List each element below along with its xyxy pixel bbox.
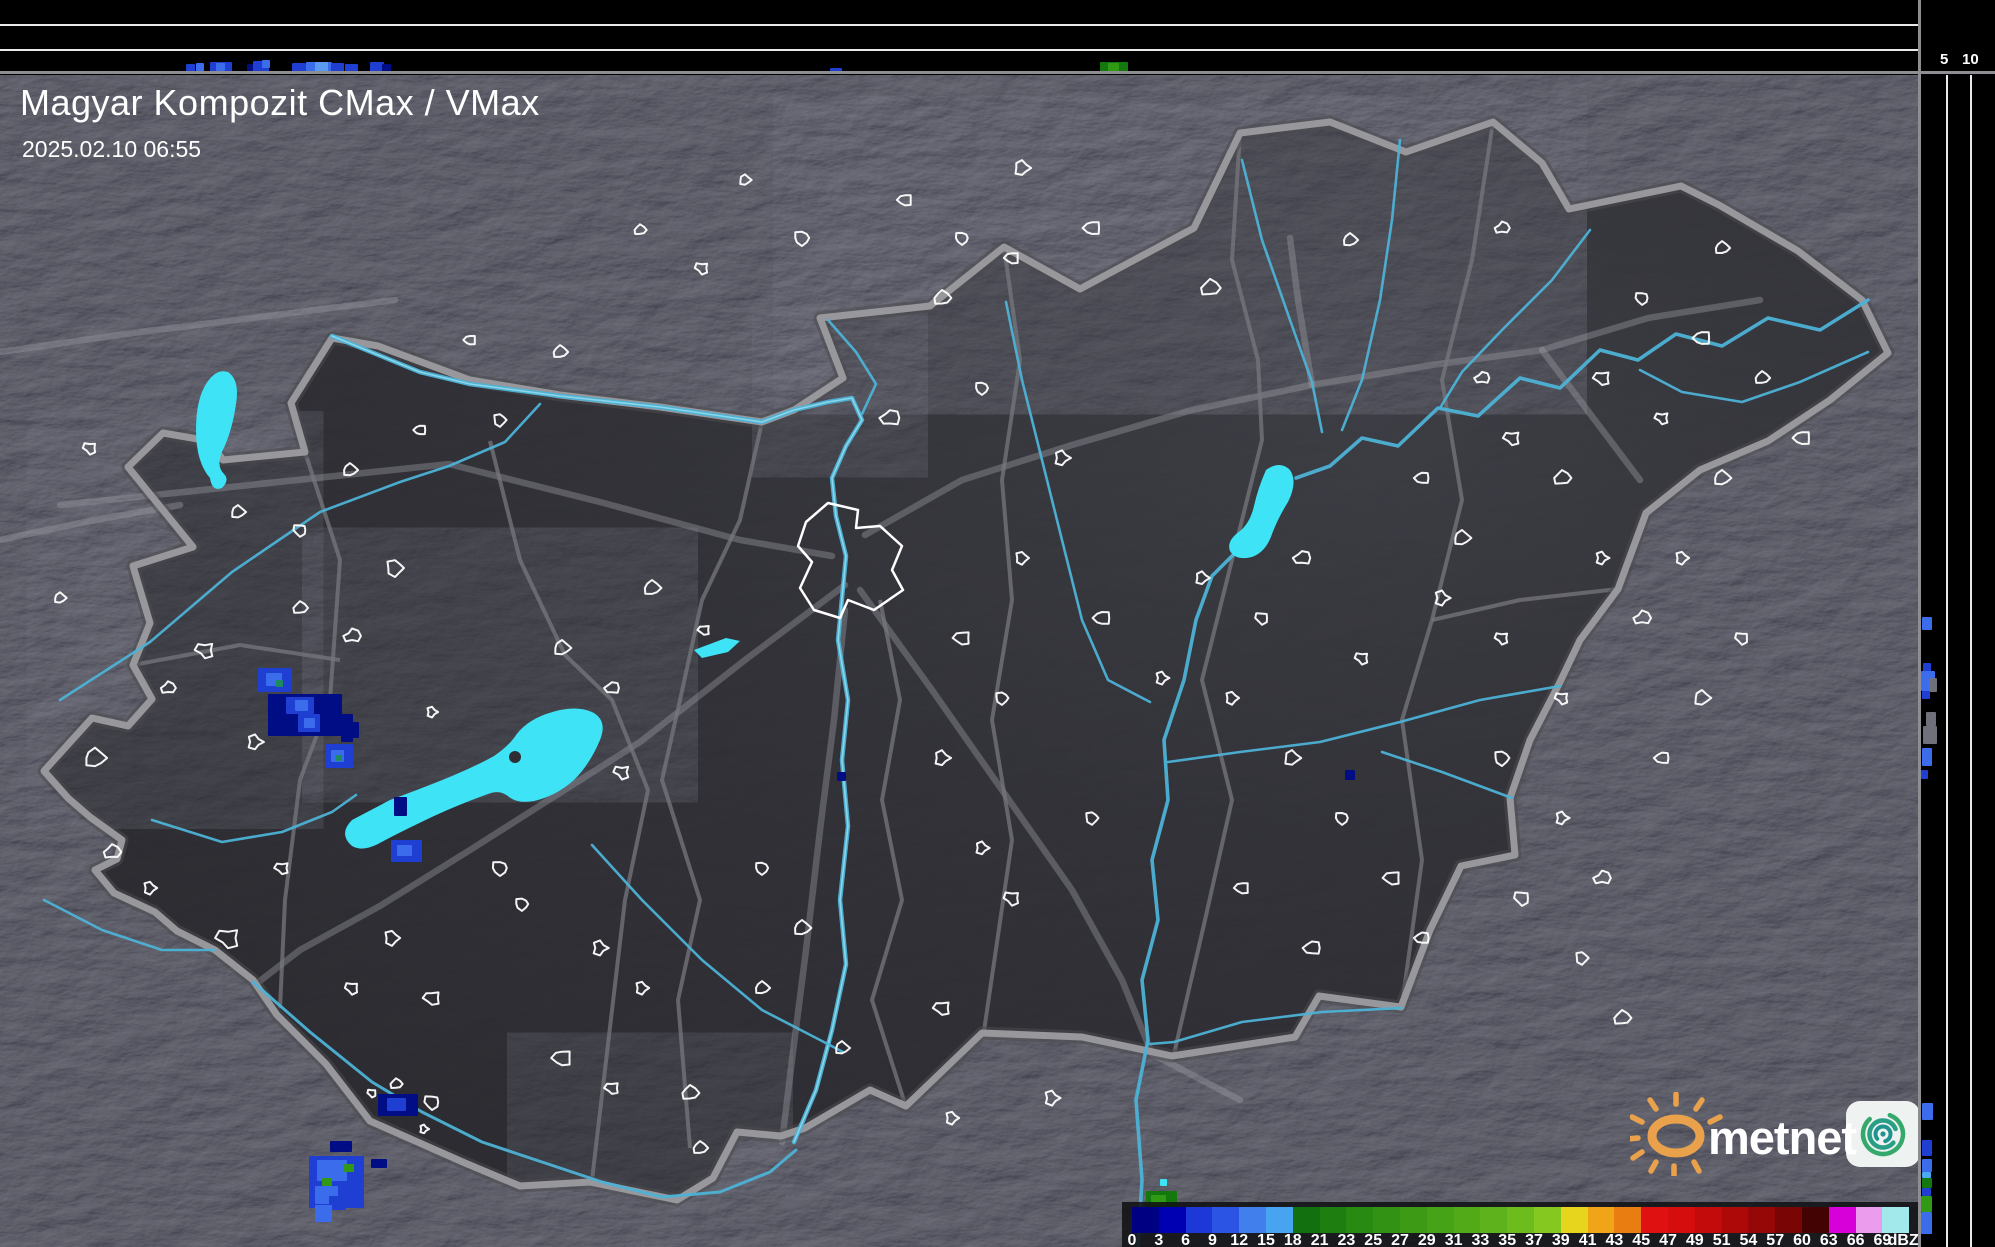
metnet-logo[interactable]: metnet — [1630, 1092, 1926, 1176]
dbz-segment — [1748, 1207, 1775, 1233]
dbz-tick: 37 — [1525, 1234, 1543, 1247]
dbz-tick: 41 — [1579, 1234, 1597, 1247]
right-profile-10km-gridline — [1970, 75, 1972, 1247]
dbz-tick: 43 — [1605, 1234, 1623, 1247]
dbz-segment — [1882, 1207, 1909, 1233]
dbz-tick: 63 — [1820, 1234, 1838, 1247]
page-title: Magyar Kompozit CMax / VMax — [20, 82, 540, 124]
radar-spiral-app-icon — [1846, 1101, 1920, 1167]
right-profile-5km-gridline — [1946, 75, 1948, 1247]
dbz-tick: 12 — [1230, 1234, 1248, 1247]
dbz-tick: 60 — [1793, 1234, 1811, 1247]
dbz-color-bar — [1132, 1207, 1909, 1233]
dbz-tick: 54 — [1739, 1234, 1757, 1247]
dbz-tick: 0 — [1128, 1234, 1137, 1247]
dbz-segment — [1641, 1207, 1668, 1233]
radar-composite-screen: Magyar Kompozit CMax / VMax 2025.02.10 0… — [0, 0, 1995, 1247]
dbz-tick: 33 — [1471, 1234, 1489, 1247]
dbz-tick: 39 — [1552, 1234, 1570, 1247]
dbz-segment — [1186, 1207, 1213, 1233]
right-height-profile: 5 10 — [1920, 0, 1995, 1247]
dbz-segment — [1614, 1207, 1641, 1233]
panel-divider-vertical — [1918, 0, 1921, 1247]
top-profile-5km-gridline — [0, 49, 1920, 51]
dbz-segment — [1212, 1207, 1239, 1233]
dbz-segment — [1829, 1207, 1856, 1233]
panel-divider-horizontal — [0, 71, 1995, 74]
dbz-tick: 66 — [1847, 1234, 1865, 1247]
dbz-tick: 31 — [1445, 1234, 1463, 1247]
dbz-segment — [1239, 1207, 1266, 1233]
dbz-segment — [1722, 1207, 1749, 1233]
dbz-segment — [1400, 1207, 1427, 1233]
dbz-unit-label: dBZ — [1888, 1234, 1919, 1247]
dbz-segment — [1668, 1207, 1695, 1233]
dbz-tick: 25 — [1364, 1234, 1382, 1247]
dbz-segment — [1561, 1207, 1588, 1233]
hungary-radar-map — [0, 75, 1920, 1247]
dbz-tick: 35 — [1498, 1234, 1516, 1247]
dbz-segment — [1507, 1207, 1534, 1233]
dbz-tick: 49 — [1686, 1234, 1704, 1247]
dbz-segment — [1427, 1207, 1454, 1233]
right-profile-label-5: 5 — [1940, 52, 1948, 67]
dbz-segment — [1480, 1207, 1507, 1233]
dbz-segment — [1346, 1207, 1373, 1233]
dbz-tick: 23 — [1337, 1234, 1355, 1247]
dbz-color-legend: 0 3 6 9 12 15 18 21 23 25 27 29 31 33 35 37 39 41 43 45 47 49… — [1122, 1202, 1918, 1247]
logo-wordmark: metnet — [1708, 1110, 1856, 1165]
dbz-tick: 29 — [1418, 1234, 1436, 1247]
dbz-segment — [1293, 1207, 1320, 1233]
dbz-tick: 45 — [1632, 1234, 1650, 1247]
dbz-segment — [1320, 1207, 1347, 1233]
dbz-tick: 47 — [1659, 1234, 1677, 1247]
dbz-segment — [1534, 1207, 1561, 1233]
dbz-tick: 18 — [1284, 1234, 1302, 1247]
dbz-tick: 15 — [1257, 1234, 1275, 1247]
sun-icon — [1630, 1094, 1720, 1176]
top-height-profile — [0, 0, 1920, 75]
dbz-tick: 27 — [1391, 1234, 1409, 1247]
dbz-segment — [1802, 1207, 1829, 1233]
dbz-segment — [1454, 1207, 1481, 1233]
dbz-tick: 3 — [1154, 1234, 1163, 1247]
timestamp: 2025.02.10 06:55 — [22, 136, 201, 163]
dbz-segment — [1856, 1207, 1883, 1233]
dbz-segment — [1775, 1207, 1802, 1233]
dbz-tick: 6 — [1181, 1234, 1190, 1247]
dbz-tick: 51 — [1713, 1234, 1731, 1247]
dbz-segment — [1159, 1207, 1186, 1233]
dbz-segment — [1266, 1207, 1293, 1233]
top-profile-10km-gridline — [0, 24, 1920, 26]
right-profile-label-10: 10 — [1962, 52, 1979, 67]
dbz-segment — [1132, 1207, 1159, 1233]
dbz-tick: 21 — [1311, 1234, 1329, 1247]
dbz-tick: 57 — [1766, 1234, 1784, 1247]
dbz-segment — [1588, 1207, 1615, 1233]
dbz-segment — [1373, 1207, 1400, 1233]
dbz-tick: 9 — [1208, 1234, 1217, 1247]
dbz-segment — [1695, 1207, 1722, 1233]
tihany-notch — [509, 751, 521, 763]
